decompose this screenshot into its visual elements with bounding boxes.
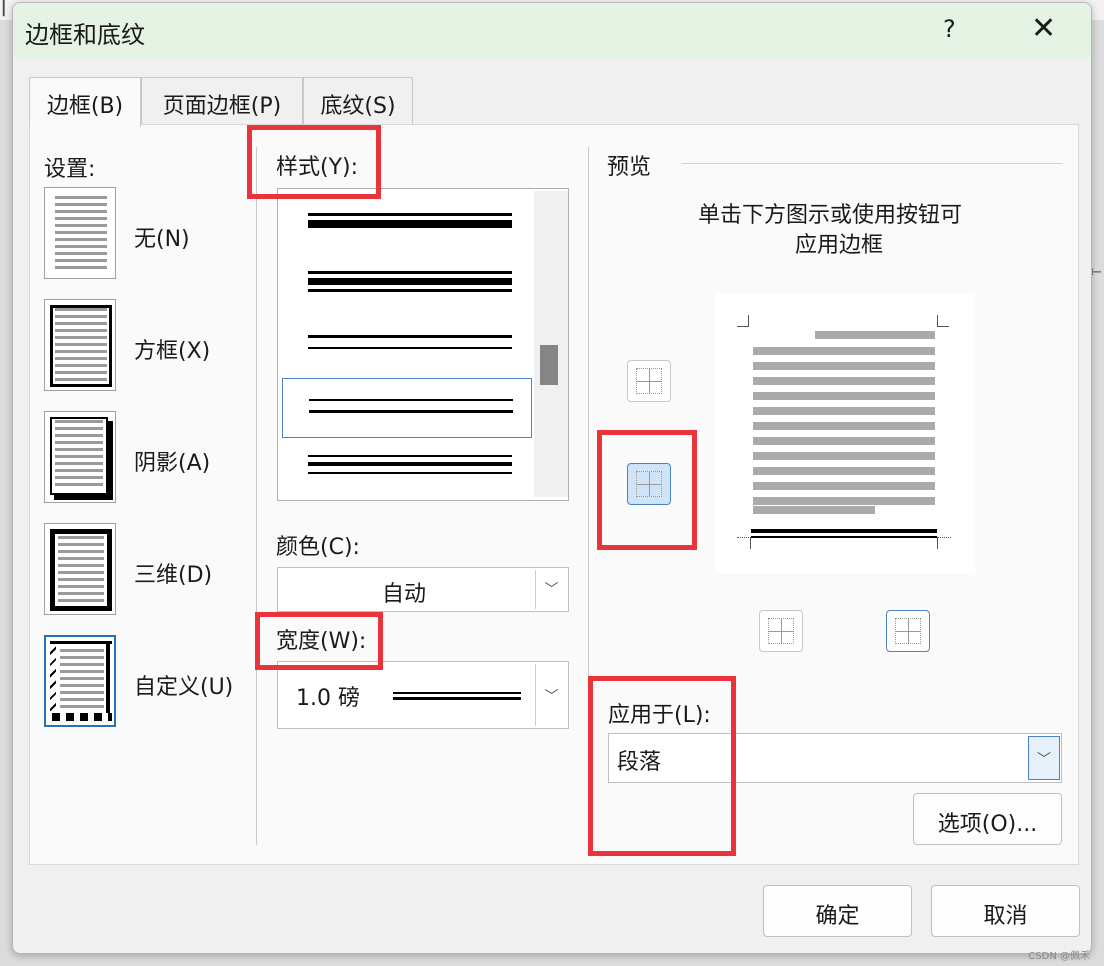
settings-label: 设置: <box>44 157 96 182</box>
color-label: 颜色(C): <box>276 535 360 560</box>
highlight-style-box <box>247 125 381 199</box>
ok-button[interactable]: 确定 <box>763 885 912 937</box>
background-fragment: | <box>0 0 8 17</box>
borders-panel: 设置: 无(N) 方框(X) 阴影(A) 三维(D) 自定义(U) 样式(Y):… <box>29 124 1079 865</box>
style-option-thin-thick[interactable] <box>282 315 532 375</box>
help-button[interactable]: ? <box>943 15 956 43</box>
setting-custom-label[interactable]: 自定义(U) <box>134 669 233 701</box>
setting-none-label[interactable]: 无(N) <box>134 221 190 253</box>
style-option-thick-thin[interactable] <box>282 195 532 255</box>
width-sample-line-top <box>393 692 521 694</box>
watermark: CSDN @佩禾 <box>1028 951 1090 962</box>
tab-shading[interactable]: 底纹(S) <box>303 77 413 125</box>
color-chevron-down-icon[interactable]: ﹀ <box>535 570 567 609</box>
top-border-icon <box>636 368 662 394</box>
left-border-icon <box>768 618 794 644</box>
preview-label: 预览 <box>607 155 652 180</box>
left-border-button[interactable] <box>759 610 803 652</box>
right-border-icon <box>895 618 921 644</box>
preview-instructions-line1: 单击下方图示或使用按钮可 <box>698 203 963 228</box>
setting-3d-label[interactable]: 三维(D) <box>134 557 212 589</box>
box-setting-icon[interactable] <box>44 299 116 391</box>
width-sample-line-bottom <box>393 697 521 700</box>
borders-shading-dialog: 边框和底纹 ? ✕ 边框(B) 页面边框(P) 底纹(S) 设置: 无(N) 方… <box>12 2 1092 954</box>
preview-header-line <box>682 163 1062 164</box>
preview-instructions-line2: 应用边框 <box>795 233 884 258</box>
title-bar: 边框和底纹 ? ✕ <box>13 3 1091 59</box>
width-dropdown[interactable]: 1.0 磅 ﹀ <box>277 661 569 729</box>
apply-to-chevron-down-icon[interactable]: ﹀ <box>1028 736 1060 780</box>
style-listbox[interactable] <box>277 188 569 501</box>
custom-setting-icon[interactable] <box>44 635 116 727</box>
shadow-setting-icon[interactable] <box>44 411 116 503</box>
color-value: 自动 <box>382 582 427 607</box>
width-chevron-down-icon[interactable]: ﹀ <box>535 664 567 726</box>
setting-box-label[interactable]: 方框(X) <box>134 333 210 365</box>
tab-page-border[interactable]: 页面边框(P) <box>141 77 303 125</box>
close-button[interactable]: ✕ <box>1031 11 1056 46</box>
none-setting-icon[interactable] <box>44 187 116 279</box>
highlight-apply-to-box <box>588 676 736 856</box>
style-scrollbar[interactable] <box>534 191 568 497</box>
preview-area[interactable] <box>715 293 975 573</box>
setting-shadow-label[interactable]: 阴影(A) <box>134 445 210 477</box>
color-dropdown[interactable]: 自动 ﹀ <box>277 567 569 612</box>
style-option-triple-thin[interactable] <box>282 441 532 500</box>
dialog-title: 边框和底纹 <box>25 21 145 49</box>
options-button[interactable]: 选项(O)... <box>913 793 1062 845</box>
separator <box>256 147 257 845</box>
right-border-button[interactable] <box>886 610 930 652</box>
top-border-button[interactable] <box>627 360 671 402</box>
style-option-triple[interactable] <box>282 255 532 315</box>
3d-setting-icon[interactable] <box>44 523 116 615</box>
style-option-double-selected[interactable] <box>282 378 532 438</box>
tab-borders[interactable]: 边框(B) <box>29 77 141 127</box>
highlight-bottom-border-box <box>597 430 697 550</box>
width-value: 1.0 磅 <box>296 686 360 711</box>
highlight-width-box <box>255 612 383 670</box>
scrollbar-thumb[interactable] <box>540 345 558 385</box>
cancel-button[interactable]: 取消 <box>931 885 1080 937</box>
